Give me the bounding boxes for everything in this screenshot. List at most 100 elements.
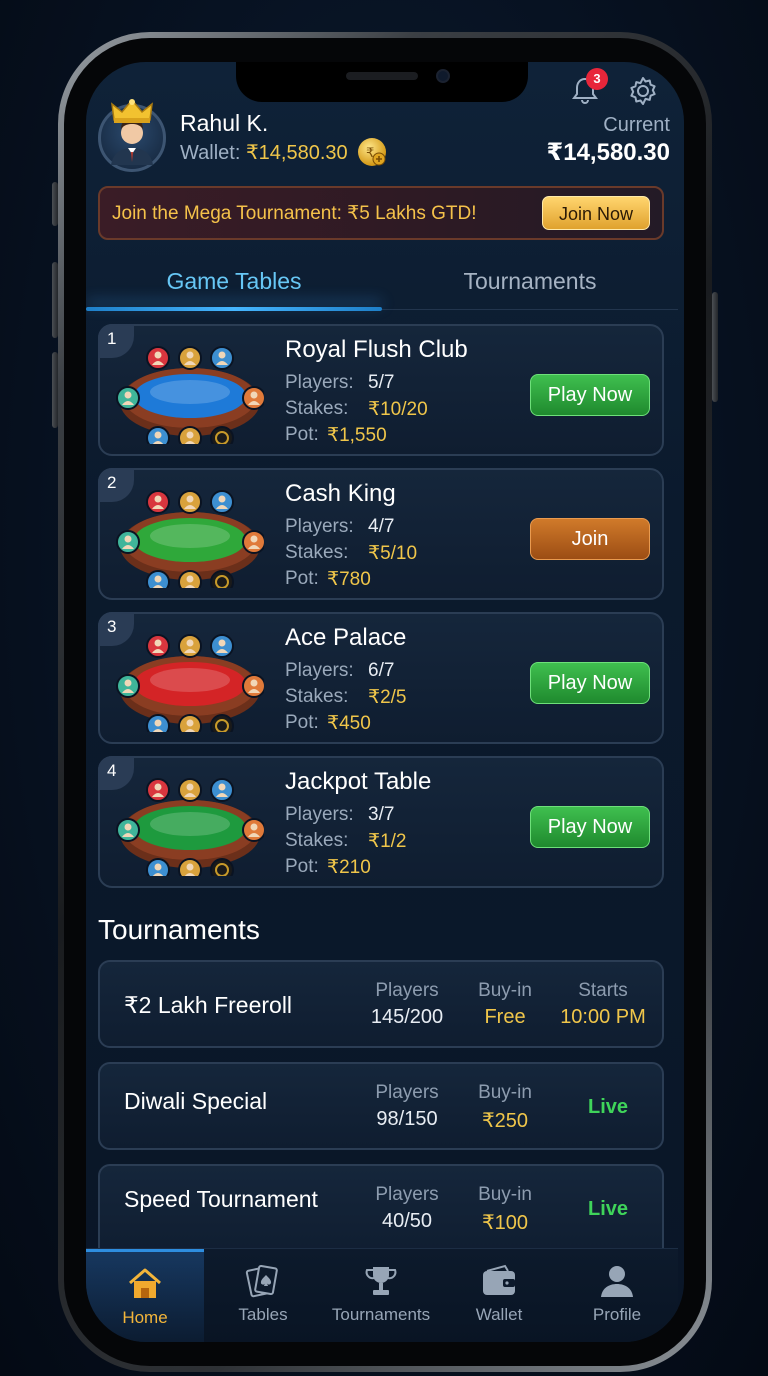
poker-table-icon [114,772,266,882]
players-value: 145/200 [370,1006,444,1028]
add-coins-icon[interactable]: ₹ [358,138,386,166]
power-button [712,292,718,402]
wallet-amount: ₹14,580.30 [245,142,348,164]
poker-table-icon [114,340,266,450]
nav-tables[interactable]: Tables [204,1249,322,1342]
buyin-column: Buy-in ₹250 [450,1082,560,1133]
join-button[interactable]: Join [530,518,650,560]
join-now-button[interactable]: Join Now [542,196,650,230]
volume-down-button [52,352,58,428]
wallet-label: Wallet: [180,142,246,164]
stakes-label: Stakes: [285,830,349,851]
players-label: Players: [285,804,354,825]
players-value: 40/50 [381,1210,433,1232]
stakes-row: Stakes: ₹2/5 [285,686,485,710]
live-status: Live [588,1198,629,1220]
user-name: Rahul K. [180,110,269,136]
stakes-label: Stakes: [285,542,349,563]
table-card[interactable]: 4 Jackpot Table Players: 3/7 Stakes: ₹1/2 … [98,756,664,888]
pot-value: ₹780 [327,569,371,590]
players-column: Players 40/50 [352,1184,462,1233]
players-label: Players [375,980,439,1001]
table-name: Ace Palace [285,624,407,651]
cards-icon [243,1261,283,1301]
players-row: Players: 3/7 [285,804,485,828]
tab-game-tables[interactable]: Game Tables [86,268,382,295]
starts-label: Starts [578,980,628,1001]
stakes-row: Stakes: ₹5/10 [285,542,485,566]
buyin-value: Free [484,1006,526,1028]
nav-label: Wallet [475,1305,523,1324]
stakes-value: ₹1/2 [368,831,407,852]
app-screen: 3 Rahul K. Wallet: ₹14,580.30 ₹ Current … [86,62,684,1342]
buyin-value: ₹100 [481,1212,529,1234]
promo-text: Join the Mega Tournament: ₹5 Lakhs GTD! [112,203,477,224]
nav-tournaments[interactable]: Tournaments [322,1249,440,1342]
table-card[interactable]: 1 Royal Flush Club Players: 5/7 Stakes: ₹1… [98,324,664,456]
table-card[interactable]: 3 Ace Palace Players: 6/7 Stakes: ₹2/5 Pot… [98,612,664,744]
starts-column: Starts 10:00 PM [548,980,658,1029]
pot-row: Pot: ₹1,550 [285,424,485,448]
starts-value: 10:00 PM [560,1006,646,1028]
promo-banner[interactable]: Join the Mega Tournament: ₹5 Lakhs GTD! … [98,186,664,240]
wallet-balance: Wallet: ₹14,580.30 [180,140,348,165]
players-row: Players: 5/7 [285,372,485,396]
crown-icon [110,98,154,124]
table-card[interactable]: 2 Cash King Players: 4/7 Stakes: ₹5/10 Pot… [98,468,664,600]
pot-label: Pot: [285,856,319,877]
buyin-label: Buy-in [478,1082,532,1103]
players-label: Players [375,1082,439,1103]
table-name: Jackpot Table [285,768,432,795]
pot-value: ₹210 [327,857,371,878]
play-now-button[interactable]: Play Now [530,662,650,704]
wallet-icon [479,1261,519,1301]
pot-row: Pot: ₹210 [285,856,485,880]
poker-table-icon [114,628,266,738]
players-label: Players: [285,516,354,537]
play-now-button[interactable]: Play Now [530,806,650,848]
stakes-value: ₹5/10 [368,543,418,564]
active-tab-indicator [86,307,382,311]
pot-label: Pot: [285,568,319,589]
pot-label: Pot: [285,712,319,733]
table-name: Royal Flush Club [285,336,468,363]
nav-label: Tournaments [331,1305,431,1324]
play-now-button[interactable]: Play Now [530,374,650,416]
section-title-tournaments: Tournaments [98,914,260,945]
current-balance-value: ₹14,580.30 [546,139,670,166]
players-column: Players 145/200 [352,980,462,1029]
speaker-grille [346,72,418,80]
tab-bar: Game Tables Tournaments [86,254,678,311]
nav-wallet[interactable]: Wallet [440,1249,558,1342]
tournament-card[interactable]: ₹2 Lakh Freeroll Players 145/200 Buy-in … [98,960,664,1048]
tournament-name: Speed Tournament [124,1186,318,1212]
gear-icon[interactable] [626,74,660,108]
players-label: Players: [285,372,354,393]
volume-up-button [52,262,58,338]
front-camera [436,69,450,83]
players-column: Players 98/150 [352,1082,462,1131]
nav-home[interactable]: Home [86,1249,204,1342]
nav-profile[interactable]: Profile [558,1249,676,1342]
buyin-column: Buy-in ₹100 [450,1184,560,1235]
live-status: Live [588,1096,629,1118]
players-value: 5/7 [368,372,395,393]
buyin-column: Buy-in Free [450,980,560,1029]
stakes-value: ₹2/5 [368,687,407,708]
stakes-label: Stakes: [285,398,349,419]
home-icon [125,1264,165,1304]
players-value: 3/7 [368,804,395,825]
bottom-nav: Home Tables Tournaments Wallet Profile [86,1248,678,1342]
players-value: 6/7 [368,660,395,681]
stakes-row: Stakes: ₹10/20 [285,398,485,422]
players-value: 4/7 [368,516,395,537]
tournament-name: Diwali Special [124,1088,268,1114]
tournament-card[interactable]: Diwali Special Players 98/150 Buy-in ₹25… [98,1062,664,1150]
pot-value: ₹1,550 [327,425,387,446]
buyin-value: ₹250 [481,1110,529,1132]
nav-label: Tables [238,1305,288,1324]
players-label: Players [375,1184,439,1205]
stakes-row: Stakes: ₹1/2 [285,830,485,854]
pot-row: Pot: ₹450 [285,712,485,736]
tab-tournaments[interactable]: Tournaments [382,268,678,295]
